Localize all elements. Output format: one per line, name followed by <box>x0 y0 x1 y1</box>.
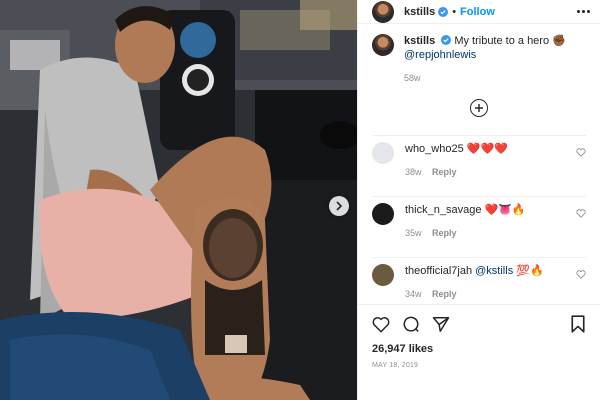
comments-list[interactable]: kstills My tribute to a hero ✊🏾 @repjohn… <box>358 24 600 304</box>
post-side-panel: kstills • Follow kstills My tribute to a… <box>357 0 600 400</box>
more-options-icon[interactable] <box>577 10 590 13</box>
comment-username[interactable]: theofficial7jah <box>405 265 472 277</box>
like-comment-heart-icon[interactable] <box>576 148 586 160</box>
header-username[interactable]: kstills <box>404 6 435 18</box>
comment-bubble-icon[interactable] <box>402 315 420 333</box>
post-header: kstills • Follow <box>358 0 600 24</box>
like-heart-icon[interactable] <box>372 316 390 333</box>
comment-mention[interactable]: @kstills <box>475 265 513 277</box>
comment-username[interactable]: thick_n_savage <box>405 204 481 216</box>
post-image[interactable] <box>0 0 357 400</box>
follow-button[interactable]: Follow <box>460 6 495 18</box>
comment-avatar[interactable] <box>372 264 394 286</box>
comment-item: who_who25 ❤️❤️❤️ 38w Reply <box>372 135 586 179</box>
caption-text: My tribute to a hero <box>454 35 550 47</box>
save-bookmark-icon[interactable] <box>570 315 586 333</box>
like-comment-heart-icon[interactable] <box>576 270 586 282</box>
chevron-right-icon <box>336 201 343 211</box>
caption-avatar[interactable] <box>372 34 394 56</box>
instagram-post: kstills • Follow kstills My tribute to a… <box>0 0 600 400</box>
tattoo-photo <box>0 0 357 400</box>
comment-age: 38w <box>405 167 422 177</box>
caption-username[interactable]: kstills <box>404 35 435 47</box>
reply-button[interactable]: Reply <box>432 167 457 177</box>
comment-item: theofficial7jah @kstills 💯🔥 34w Reply <box>372 257 586 301</box>
next-image-button[interactable] <box>329 196 349 216</box>
share-paper-plane-icon[interactable] <box>432 316 450 333</box>
verified-badge-icon <box>438 6 449 17</box>
comment-item: thick_n_savage ❤️👅🔥 35w Reply <box>372 196 586 240</box>
avatar[interactable] <box>372 0 394 23</box>
reply-button[interactable]: Reply <box>432 228 457 238</box>
comment-text: ❤️❤️❤️ <box>466 143 508 155</box>
caption-age[interactable]: 58w <box>404 71 569 85</box>
post-date[interactable]: MAY 18, 2019 <box>372 362 586 369</box>
verified-badge-icon <box>441 35 452 45</box>
likes-count[interactable]: 26,947 likes <box>372 343 586 355</box>
like-comment-heart-icon[interactable] <box>576 209 586 221</box>
separator-dot: • <box>452 5 457 18</box>
post-actions: 26,947 likes MAY 18, 2019 <box>358 304 600 400</box>
post-caption: kstills My tribute to a hero ✊🏾 @repjohn… <box>372 34 586 85</box>
comment-avatar[interactable] <box>372 142 394 164</box>
comment-text: 💯🔥 <box>516 265 544 277</box>
comment-avatar[interactable] <box>372 203 394 225</box>
caption-mention[interactable]: @repjohnlewis <box>404 49 476 61</box>
comment-username[interactable]: who_who25 <box>405 143 464 155</box>
plus-icon <box>475 104 483 112</box>
comment-text: ❤️👅🔥 <box>484 204 526 216</box>
comment-age: 34w <box>405 289 422 299</box>
caption-emoji: ✊🏾 <box>552 35 566 47</box>
load-more-comments-button[interactable] <box>470 99 488 117</box>
reply-button[interactable]: Reply <box>432 289 457 299</box>
comment-age: 35w <box>405 228 422 238</box>
